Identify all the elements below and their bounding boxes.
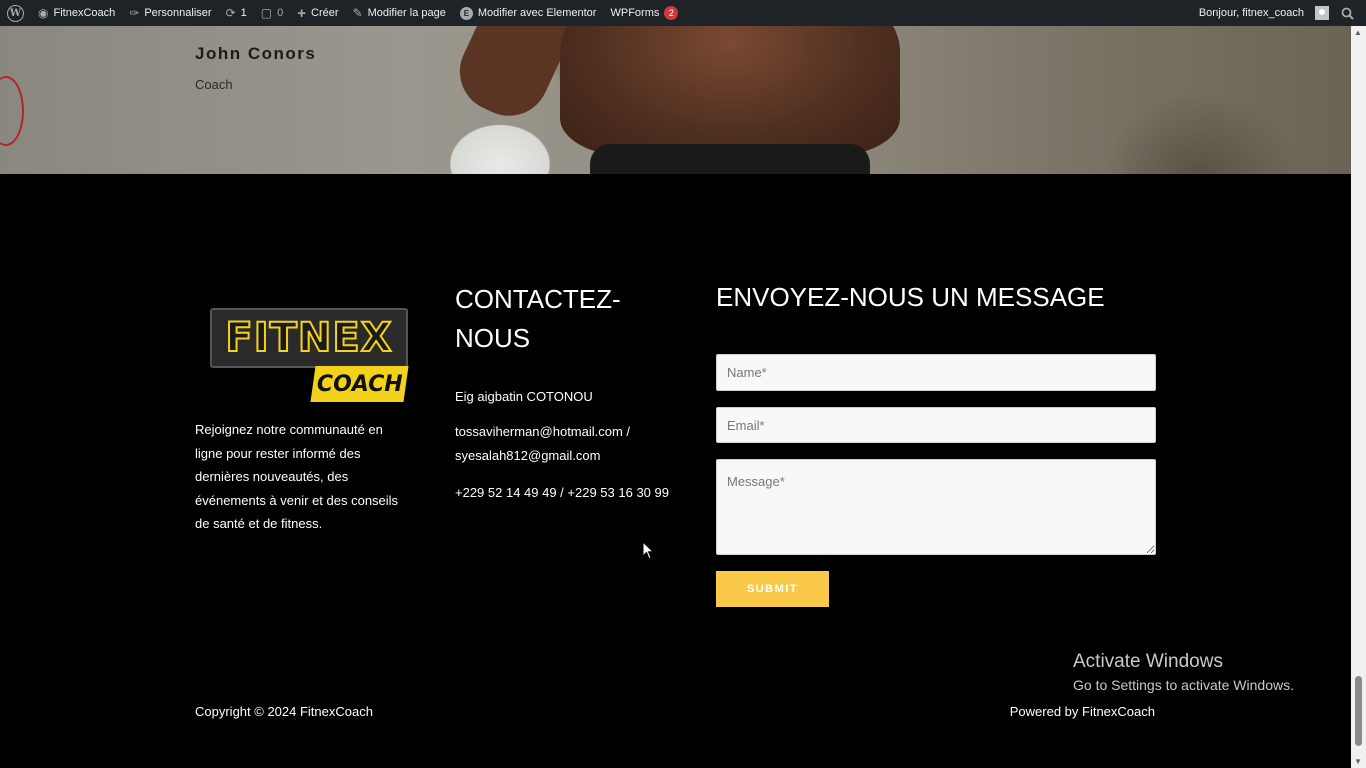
message-field[interactable] bbox=[716, 459, 1156, 555]
comments-count: 0 bbox=[277, 7, 284, 19]
new-content-menu[interactable]: + Créer bbox=[290, 0, 345, 26]
footer-about-text: Rejoignez notre communauté en ligne pour… bbox=[195, 422, 399, 531]
photo-torso bbox=[560, 26, 900, 156]
edit-page-link[interactable]: ✎ Modifier la page bbox=[346, 0, 453, 26]
dashboard-icon: ◉ bbox=[38, 6, 49, 20]
wordpress-icon: W bbox=[7, 4, 24, 22]
wpforms-label: WPForms bbox=[610, 7, 660, 19]
submit-button[interactable]: SUBMIT bbox=[716, 571, 829, 607]
contact-emails: tossaviherman@hotmail.com / syesalah812@… bbox=[455, 424, 631, 463]
logo-tag: COACH bbox=[310, 366, 409, 402]
account-greeting: Bonjour, fitnex_coach bbox=[1198, 7, 1304, 19]
site-name-menu[interactable]: ◉ FitnexCoach bbox=[31, 0, 122, 26]
customize-label: Personnaliser bbox=[144, 7, 212, 19]
scroll-down-arrow-icon[interactable]: ▼ bbox=[1354, 757, 1362, 766]
logo-main-text: FITNEX bbox=[224, 314, 393, 362]
plus-icon: + bbox=[297, 4, 306, 22]
edit-page-label: Modifier la page bbox=[367, 7, 446, 19]
logo-plate: FITNEX bbox=[210, 308, 408, 368]
wordpress-logo-menu[interactable]: W bbox=[0, 0, 31, 26]
photo-shorts bbox=[590, 144, 870, 174]
comments-link[interactable]: ▢ 0 bbox=[254, 0, 290, 26]
coach-hero-image: John Conors Coach bbox=[0, 26, 1351, 174]
contact-address: Eig aigbatin COTONOU bbox=[455, 389, 593, 404]
comment-icon: ▢ bbox=[260, 6, 273, 20]
wpforms-notification-badge: 2 bbox=[664, 6, 679, 20]
logo-tag-text: COACH bbox=[316, 371, 403, 397]
refresh-icon: ⟳ bbox=[225, 6, 236, 20]
contact-phones: +229 52 14 49 49 / +229 53 16 30 99 bbox=[455, 485, 669, 500]
new-content-label: Créer bbox=[311, 7, 339, 19]
site-footer: FITNEX COACH Rejoignez notre communauté … bbox=[0, 174, 1351, 768]
brush-icon: ✑ bbox=[129, 6, 140, 20]
wpforms-menu[interactable]: WPForms 2 bbox=[603, 0, 685, 26]
fitnexcoach-logo[interactable]: FITNEX COACH bbox=[210, 308, 409, 403]
customize-link[interactable]: ✑ Personnaliser bbox=[122, 0, 218, 26]
scroll-up-arrow-icon[interactable]: ▲ bbox=[1354, 28, 1362, 37]
my-account-menu[interactable]: Bonjour, fitnex_coach bbox=[1192, 0, 1333, 26]
wp-admin-bar: W ◉ FitnexCoach ✑ Personnaliser ⟳ 1 ▢ 0 … bbox=[0, 0, 1366, 26]
coach-name: John Conors bbox=[195, 44, 317, 63]
copyright-text: Copyright © 2024 FitnexCoach bbox=[195, 704, 373, 719]
pencil-icon: ✎ bbox=[352, 6, 363, 20]
coach-role: Coach bbox=[195, 77, 233, 92]
activate-windows-title: Activate Windows bbox=[1073, 651, 1223, 672]
contact-heading: CONTACTEZ-NOUS bbox=[455, 284, 621, 353]
elementor-label: Modifier avec Elementor bbox=[477, 7, 597, 19]
name-field[interactable] bbox=[716, 354, 1156, 391]
powered-by-text: Powered by FitnexCoach bbox=[1009, 704, 1155, 719]
message-form-heading: ENVOYEZ-NOUS UN MESSAGE bbox=[716, 282, 1105, 312]
activate-windows-hint: Go to Settings to activate Windows. bbox=[1073, 677, 1294, 693]
email-field[interactable] bbox=[716, 407, 1156, 443]
updates-link[interactable]: ⟳ 1 bbox=[219, 0, 254, 26]
elementor-icon: E bbox=[459, 6, 473, 20]
scrollbar-thumb[interactable] bbox=[1355, 676, 1362, 746]
windows-activation-watermark: Activate Windows Go to Settings to activ… bbox=[1073, 650, 1294, 696]
avatar bbox=[1315, 6, 1329, 20]
admin-search-button[interactable] bbox=[1333, 0, 1358, 26]
wall-graffiti bbox=[0, 76, 24, 146]
site-name-label: FitnexCoach bbox=[53, 7, 116, 19]
elementor-edit-link[interactable]: E Modifier avec Elementor bbox=[453, 0, 604, 26]
page-scrollbar[interactable]: ▲ ▼ bbox=[1351, 26, 1366, 768]
search-icon bbox=[1341, 7, 1354, 20]
updates-count: 1 bbox=[240, 7, 247, 19]
